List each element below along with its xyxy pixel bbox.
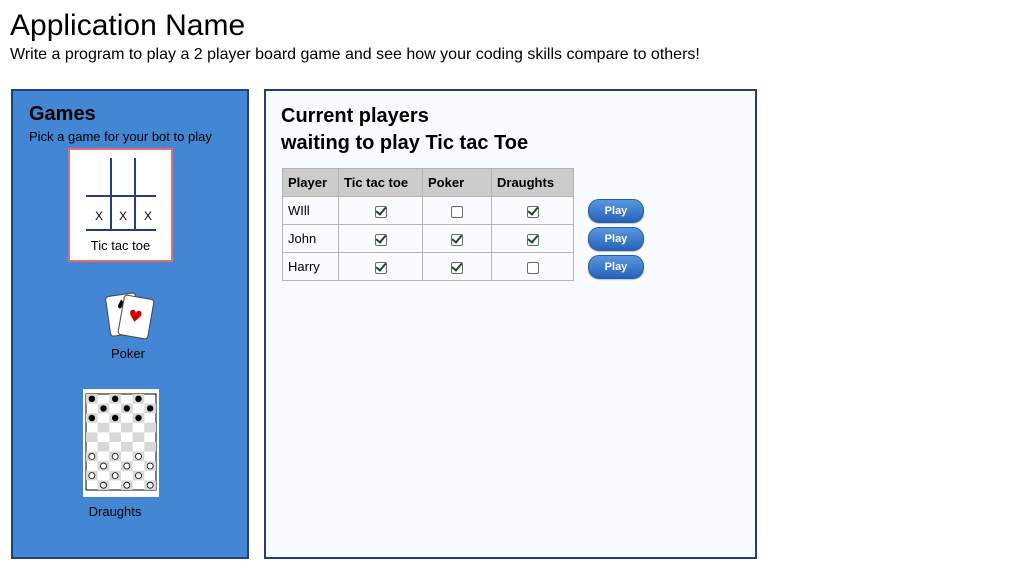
games-panel: Games Pick a game for your bot to play X… [11,89,249,559]
draughts-board-icon [83,389,159,497]
checkbox-tic-tac-toe[interactable] [374,261,387,274]
table-row: WIll [282,196,574,225]
checkbox-poker[interactable] [451,261,463,274]
play-button[interactable]: Play [588,199,644,223]
ttt-mark: X [144,209,152,223]
play-button[interactable]: Play [588,227,644,251]
players-table: Player Tic tac toe Poker Draughts WIll Jo… [282,168,574,281]
column-header-player: Player [282,168,339,197]
ttt-mark: X [95,209,103,223]
game-card-poker[interactable]: ♠ ♥ Poker [98,291,158,363]
cell-tic-tac-toe [338,252,423,281]
ttt-mark: X [119,209,127,223]
games-subtitle: Pick a game for your bot to play [29,129,212,144]
player-name: Harry [282,252,339,281]
checkbox-draughts[interactable] [526,205,539,218]
games-title: Games [29,103,96,125]
app-subtitle: Write a program to play a 2 player board… [10,46,700,63]
game-label-tic-tac-toe: Tic tac toe [90,238,151,253]
checkbox-draughts[interactable] [526,261,539,274]
app-title: Application Name [10,9,246,42]
game-card-draughts[interactable]: Draughts [83,389,163,519]
table-row: John [282,224,574,253]
game-label-poker: Poker [111,346,145,361]
checkbox-tic-tac-toe[interactable] [374,205,387,218]
column-header-poker: Poker [422,168,492,197]
playing-cards-icon: ♠ ♥ [105,292,155,340]
player-name: John [282,224,339,253]
column-header-draughts: Draughts [491,168,574,197]
column-header-tic-tac-toe: Tic tac toe [338,168,423,197]
table-row: Harry [282,252,574,281]
cell-poker [422,224,492,253]
play-button[interactable]: Play [588,255,644,279]
players-panel: Current players waiting to play Tic tac … [264,89,757,559]
cell-draughts [491,196,574,225]
game-label-draughts: Draughts [88,504,142,519]
cell-poker [422,196,492,225]
game-card-tic-tac-toe[interactable]: X X X Tic tac toe [68,148,173,262]
cell-tic-tac-toe [338,224,423,253]
checkbox-tic-tac-toe[interactable] [374,233,387,246]
players-title-line2: waiting to play Tic tac Toe [281,132,529,154]
player-name: WIll [282,196,339,225]
table-header-row: Player Tic tac toe Poker Draughts [282,168,574,197]
players-title-line1: Current players [281,105,429,127]
cell-draughts [491,224,574,253]
checkbox-poker[interactable] [451,205,463,218]
checkbox-poker[interactable] [451,233,463,246]
cell-tic-tac-toe [338,196,423,225]
cell-draughts [491,252,574,281]
cell-poker [422,252,492,281]
players-title: Current players waiting to play Tic tac … [281,103,528,157]
checkbox-draughts[interactable] [526,233,539,246]
